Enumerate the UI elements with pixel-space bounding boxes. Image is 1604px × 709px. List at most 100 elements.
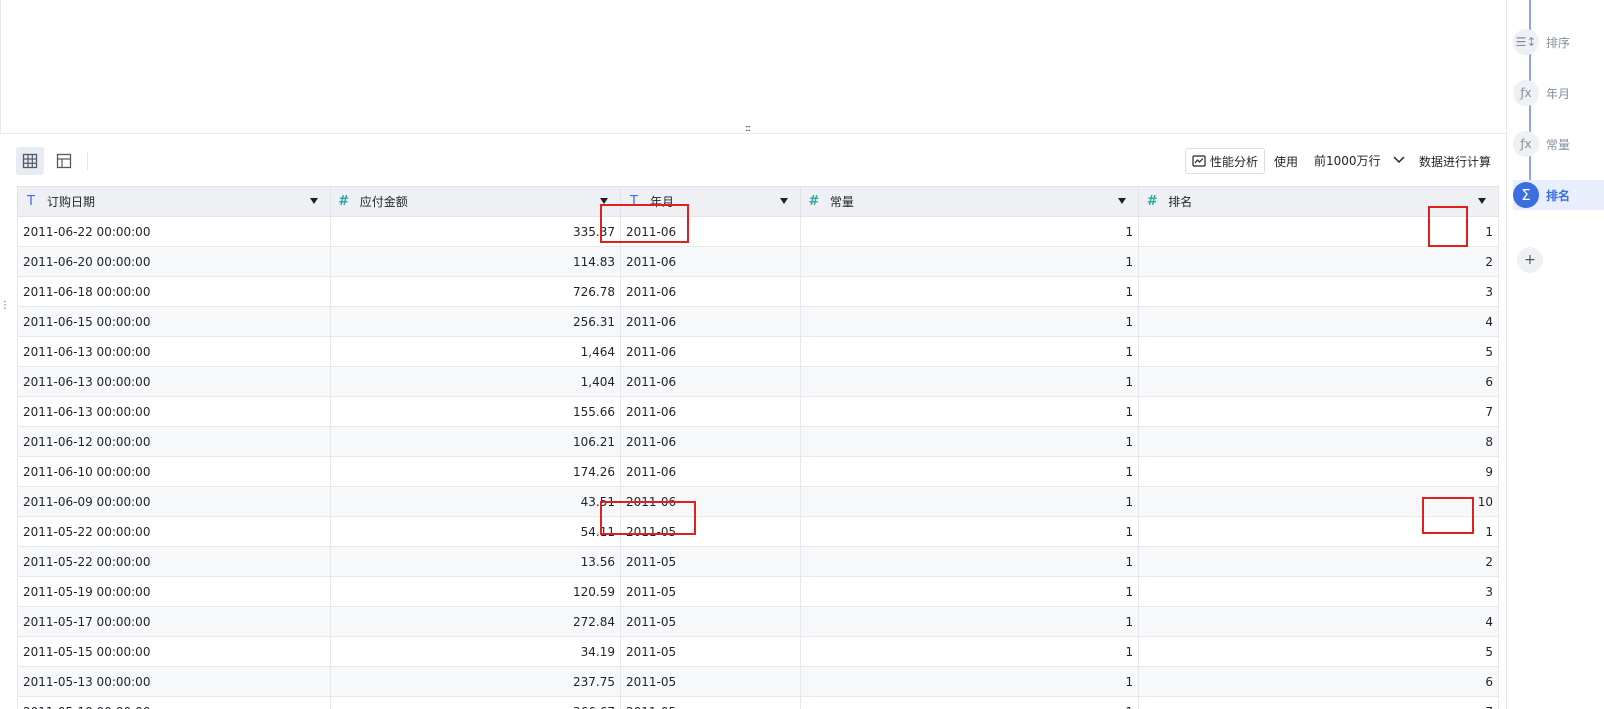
row-limit-select[interactable]: 前1000万行 (1308, 148, 1411, 172)
table-cell[interactable]: 1 (799, 336, 1140, 367)
pipeline-step[interactable]: ƒx 年月 (1513, 80, 1604, 106)
dropdown-caret-icon[interactable] (309, 198, 318, 204)
function-icon: ƒx (1513, 131, 1539, 157)
table-cell[interactable]: 114.83 (329, 246, 622, 277)
table-cell[interactable]: 2011-06-15 00:00:00 (17, 306, 331, 337)
table-cell[interactable]: 2011-06-10 00:00:00 (17, 456, 331, 487)
table-cell[interactable]: 2011-06 (620, 336, 801, 367)
dropdown-caret-icon[interactable] (1118, 198, 1127, 204)
table-cell[interactable]: 54.11 (329, 516, 622, 547)
table-cell[interactable]: 2011-06-09 00:00:00 (17, 486, 331, 517)
table-cell[interactable]: 726.78 (329, 276, 622, 307)
table-cell[interactable]: 1 (799, 606, 1140, 637)
table-cell[interactable]: 7 (1138, 696, 1499, 709)
table-cell[interactable]: 4 (1138, 306, 1499, 337)
table-cell[interactable]: 2011-05-22 00:00:00 (17, 516, 331, 547)
table-cell[interactable]: 2011-06-13 00:00:00 (17, 366, 331, 397)
table-cell[interactable]: 120.59 (329, 576, 622, 607)
side-drag-handle[interactable]: ⋮ (0, 301, 10, 311)
table-cell[interactable]: 155.66 (329, 396, 622, 427)
table-cell[interactable]: 2011-06 (620, 426, 801, 457)
table-cell[interactable]: 1 (799, 666, 1140, 697)
table-cell[interactable]: 2011-05-15 00:00:00 (17, 636, 331, 667)
add-step-button[interactable]: + (1517, 247, 1543, 273)
highlight-box (600, 204, 689, 243)
table-cell[interactable]: 2 (1138, 246, 1499, 277)
performance-analysis-button[interactable]: 性能分析 (1185, 148, 1266, 174)
table-cell[interactable]: 2011-05 (620, 606, 801, 637)
table-cell[interactable]: 1,404 (329, 366, 622, 397)
table-cell[interactable]: 2011-05-17 00:00:00 (17, 606, 331, 637)
table-cell[interactable]: 2011-06 (620, 276, 801, 307)
table-cell[interactable]: 2011-05-10 00:00:00 (17, 696, 331, 709)
table-cell[interactable]: 7 (1138, 396, 1499, 427)
table-cell[interactable]: 335.37 (329, 216, 622, 247)
table-cell[interactable]: 6 (1138, 666, 1499, 697)
table-cell[interactable]: 1 (799, 576, 1140, 607)
resize-handle[interactable]: ∶∶∶ (745, 125, 751, 135)
table-cell[interactable]: 1,464 (329, 336, 622, 367)
table-cell[interactable]: 5 (1138, 336, 1499, 367)
table-cell[interactable]: 2011-05 (620, 546, 801, 577)
table-cell[interactable]: 1 (799, 456, 1140, 487)
table-cell[interactable]: 272.84 (329, 606, 622, 637)
table-cell[interactable]: 1 (799, 636, 1140, 667)
table-cell[interactable]: 2011-06 (620, 456, 801, 487)
table-cell[interactable]: 1 (799, 546, 1140, 577)
table-cell[interactable]: 34.19 (329, 636, 622, 667)
table-cell[interactable]: 256.31 (329, 306, 622, 337)
table-cell[interactable]: 106.21 (329, 426, 622, 457)
table-cell[interactable]: 1 (799, 486, 1140, 517)
table-cell[interactable]: 2011-06 (620, 396, 801, 427)
table-cell[interactable]: 2011-06-18 00:00:00 (17, 276, 331, 307)
column-header[interactable]: T 订购日期 (17, 186, 331, 217)
table-cell[interactable]: 3 (1138, 276, 1499, 307)
column-header-label: 常量 (829, 195, 854, 209)
table-cell[interactable]: 2011-06-13 00:00:00 (17, 336, 331, 367)
table-cell[interactable]: 174.26 (329, 456, 622, 487)
table-cell[interactable]: 6 (1138, 366, 1499, 397)
table-cell[interactable]: 2011-06-13 00:00:00 (17, 396, 331, 427)
table-cell[interactable]: 2011-06 (620, 366, 801, 397)
table-cell[interactable]: 237.75 (329, 666, 622, 697)
table-cell[interactable]: 9 (1138, 456, 1499, 487)
dropdown-caret-icon[interactable] (779, 198, 788, 204)
table-cell[interactable]: 8 (1138, 426, 1499, 457)
table-cell[interactable]: 1 (799, 306, 1140, 337)
table-cell[interactable]: 2011-06-22 00:00:00 (17, 216, 331, 247)
table-cell[interactable]: 2011-05-22 00:00:00 (17, 546, 331, 577)
pipeline-step[interactable]: ƒx 常量 (1513, 131, 1604, 157)
pivot-view-button[interactable] (50, 147, 78, 175)
table-cell[interactable]: 1 (799, 276, 1140, 307)
table-cell[interactable]: 2011-05 (620, 666, 801, 697)
dropdown-caret-icon[interactable] (1478, 198, 1486, 204)
column-header[interactable]: # 应付金额 (329, 186, 622, 217)
table-cell[interactable]: 1 (799, 426, 1140, 457)
table-cell[interactable]: 2011-05 (620, 576, 801, 607)
table-cell[interactable]: 13.56 (329, 546, 622, 577)
table-cell[interactable]: 1 (799, 396, 1140, 427)
table-cell[interactable]: 2011-05-19 00:00:00 (17, 576, 331, 607)
table-cell[interactable]: 2011-05-13 00:00:00 (17, 666, 331, 697)
table-cell[interactable]: 2011-06-20 00:00:00 (17, 246, 331, 277)
table-cell[interactable]: 2011-06-12 00:00:00 (17, 426, 331, 457)
table-cell[interactable]: 3 (1138, 576, 1499, 607)
table-cell[interactable]: 2 (1138, 546, 1499, 577)
pipeline-step[interactable]: ☰↕ 排序 (1513, 29, 1604, 55)
table-cell[interactable]: 2011-06 (620, 246, 801, 277)
table-cell[interactable]: 43.51 (329, 486, 622, 517)
table-cell[interactable]: 366.67 (329, 696, 622, 709)
table-cell[interactable]: 1 (799, 246, 1140, 277)
grid-view-button[interactable] (16, 147, 44, 175)
table-cell[interactable]: 1 (799, 516, 1140, 547)
table-cell[interactable]: 4 (1138, 606, 1499, 637)
table-cell[interactable]: 1 (799, 696, 1140, 709)
pipeline-step[interactable]: Σ 排名 (1513, 180, 1604, 210)
table-cell[interactable]: 2011-05 (620, 636, 801, 667)
table-cell[interactable]: 2011-06 (620, 306, 801, 337)
table-cell[interactable]: 1 (799, 216, 1140, 247)
column-header[interactable]: # 常量 (799, 186, 1140, 217)
table-cell[interactable]: 2011-05 (620, 696, 801, 709)
table-cell[interactable]: 5 (1138, 636, 1499, 667)
table-cell[interactable]: 1 (799, 366, 1140, 397)
